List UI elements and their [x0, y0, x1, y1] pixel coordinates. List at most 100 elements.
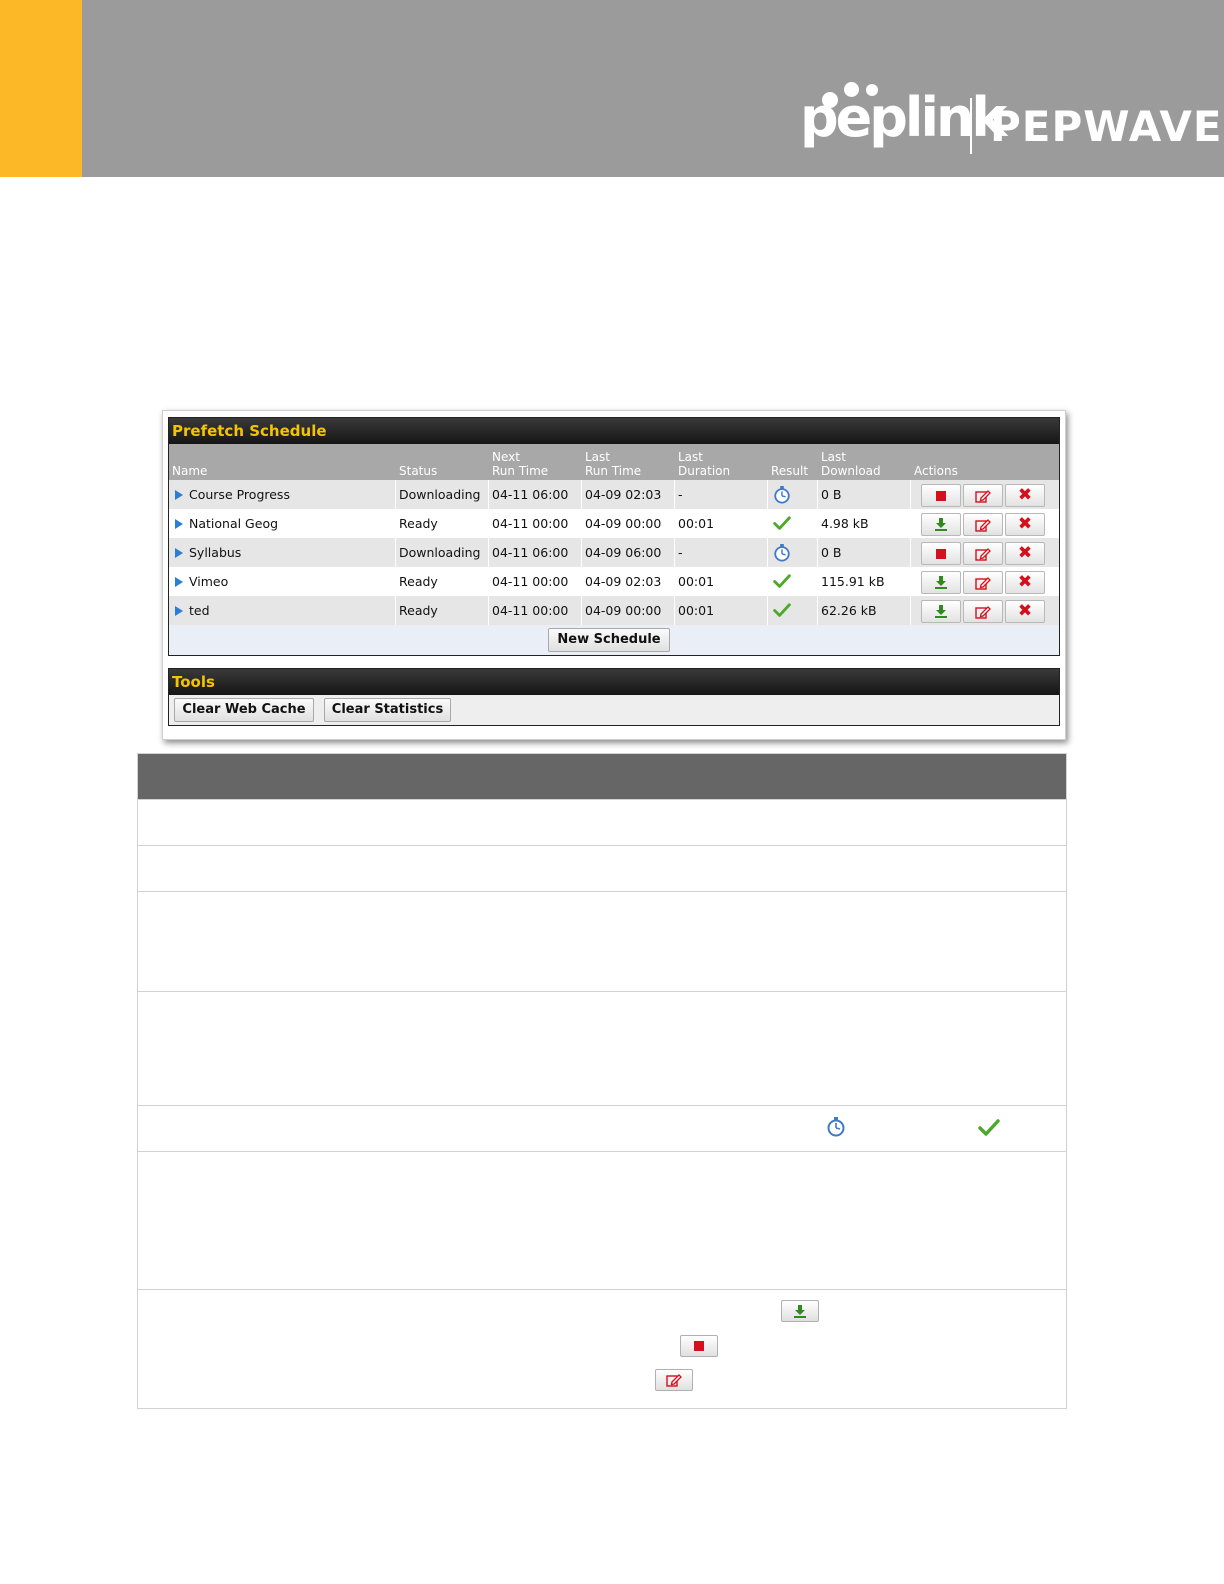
cell-next-run: 04-11 00:00: [492, 603, 569, 618]
delete-button[interactable]: ✖: [1005, 484, 1045, 507]
edit-icon: [666, 1374, 682, 1387]
stop-button[interactable]: [921, 542, 961, 565]
col-name: Name: [172, 464, 208, 478]
table-row: [138, 799, 1066, 845]
cell-last-duration: 00:01: [678, 574, 715, 589]
edit-icon: [975, 605, 991, 619]
table-row: Vimeo Ready 04-11 00:00 04-09 02:03 00:01 115…: [169, 567, 1059, 596]
cell-last-download: 0 B: [821, 487, 842, 502]
table-row: [138, 1105, 1066, 1151]
table-footer: New Schedule: [169, 625, 1059, 655]
edit-button[interactable]: [963, 484, 1003, 507]
delete-button[interactable]: ✖: [1005, 600, 1045, 623]
col-last-download: Last Download: [821, 450, 881, 478]
table-row: [138, 1289, 1066, 1408]
cell-next-run: 04-11 06:00: [492, 545, 569, 560]
stop-button-example: [680, 1335, 718, 1357]
cell-last-download: 0 B: [821, 545, 842, 560]
stop-icon: [936, 548, 946, 559]
delete-button[interactable]: ✖: [1005, 542, 1045, 565]
success-icon: [773, 596, 791, 628]
cell-last-duration: 00:01: [678, 516, 715, 531]
delete-x-icon: ✖: [1017, 543, 1033, 563]
section-title: Tools: [169, 669, 1059, 695]
schedule-name-link[interactable]: Vimeo: [175, 567, 228, 596]
stop-button[interactable]: [921, 484, 961, 507]
cell-status: Downloading: [399, 487, 481, 502]
table-row: [138, 1151, 1066, 1289]
expand-arrow-icon[interactable]: [175, 577, 183, 587]
clear-web-cache-button[interactable]: Clear Web Cache: [174, 698, 314, 722]
schedule-name-link[interactable]: National Geog: [175, 509, 278, 538]
col-status: Status: [399, 464, 438, 478]
edit-icon: [975, 489, 991, 503]
delete-button[interactable]: ✖: [1005, 513, 1045, 536]
success-icon: [773, 509, 791, 541]
delete-x-icon: ✖: [1017, 601, 1033, 621]
prefetch-schedule-section: Prefetch Schedule Name Status Next Run Ti…: [168, 417, 1060, 656]
cell-status: Ready: [399, 516, 438, 531]
download-button[interactable]: [921, 600, 961, 623]
edit-button[interactable]: [963, 513, 1003, 536]
edit-icon: [975, 576, 991, 590]
col-result: Result: [771, 464, 809, 478]
running-icon: [827, 1117, 845, 1137]
edit-button[interactable]: [963, 571, 1003, 594]
cell-last-download: 115.91 kB: [821, 574, 885, 589]
tools-row: Clear Web Cache Clear Statistics: [169, 695, 1059, 725]
tools-section: Tools Clear Web Cache Clear Statistics: [168, 668, 1060, 726]
table-header: Name Status Next Run Time Last Run Time La…: [169, 444, 1059, 480]
cell-last-run: 04-09 00:00: [585, 516, 662, 531]
table-row: [138, 991, 1066, 1105]
download-icon: [935, 518, 947, 531]
table-row: National Geog Ready 04-11 00:00 04-09 00:00…: [169, 509, 1059, 538]
expand-arrow-icon[interactable]: [175, 606, 183, 616]
download-button[interactable]: [921, 571, 961, 594]
settings-description-table: [137, 753, 1067, 1409]
col-last-run: Last Run Time: [585, 450, 642, 478]
col-actions: Actions: [914, 464, 958, 478]
edit-button[interactable]: [963, 542, 1003, 565]
logo-peplink: peplink: [800, 86, 1007, 149]
expand-arrow-icon[interactable]: [175, 519, 183, 529]
section-title: Prefetch Schedule: [169, 418, 1059, 444]
expand-arrow-icon[interactable]: [175, 490, 183, 500]
edit-icon: [975, 547, 991, 561]
cell-next-run: 04-11 00:00: [492, 516, 569, 531]
cell-last-run: 04-09 06:00: [585, 545, 662, 560]
new-schedule-button[interactable]: New Schedule: [548, 628, 670, 652]
cell-last-download: 62.26 kB: [821, 603, 877, 618]
cell-last-download: 4.98 kB: [821, 516, 869, 531]
cell-last-run: 04-09 02:03: [585, 574, 662, 589]
edit-icon: [975, 518, 991, 532]
download-icon: [935, 605, 947, 618]
success-icon: [978, 1119, 1000, 1136]
stop-icon: [694, 1341, 704, 1351]
ui-screenshot: Prefetch Schedule Name Status Next Run Ti…: [162, 410, 1066, 740]
expand-arrow-icon[interactable]: [175, 548, 183, 558]
header-accent-bar: [0, 0, 82, 177]
delete-x-icon: ✖: [1017, 485, 1033, 505]
logo-pepwave: PEPWAVE: [990, 102, 1223, 151]
table-row: ted Ready 04-11 00:00 04-09 00:00 00:01 62.26…: [169, 596, 1059, 625]
logo-divider: [970, 98, 972, 154]
schedule-name-link[interactable]: Syllabus: [175, 538, 241, 567]
download-button[interactable]: [921, 513, 961, 536]
download-button-example: [781, 1300, 819, 1322]
delete-x-icon: ✖: [1017, 572, 1033, 592]
delete-button[interactable]: ✖: [1005, 571, 1045, 594]
cell-last-duration: 00:01: [678, 603, 715, 618]
edit-button[interactable]: [963, 600, 1003, 623]
table-row: Course Progress Downloading 04-11 06:00 04-…: [169, 480, 1059, 509]
cell-next-run: 04-11 00:00: [492, 574, 569, 589]
schedule-name-link[interactable]: Course Progress: [175, 480, 290, 509]
schedule-name-link[interactable]: ted: [175, 596, 210, 625]
cell-last-run: 04-09 00:00: [585, 603, 662, 618]
cell-last-duration: -: [678, 545, 683, 560]
col-next-run: Next Run Time: [492, 450, 549, 478]
download-icon: [935, 576, 947, 589]
clear-statistics-button[interactable]: Clear Statistics: [324, 698, 451, 722]
cell-next-run: 04-11 06:00: [492, 487, 569, 502]
cell-last-duration: -: [678, 487, 683, 502]
brand-logo: peplink PEPWAVE: [800, 70, 1222, 160]
